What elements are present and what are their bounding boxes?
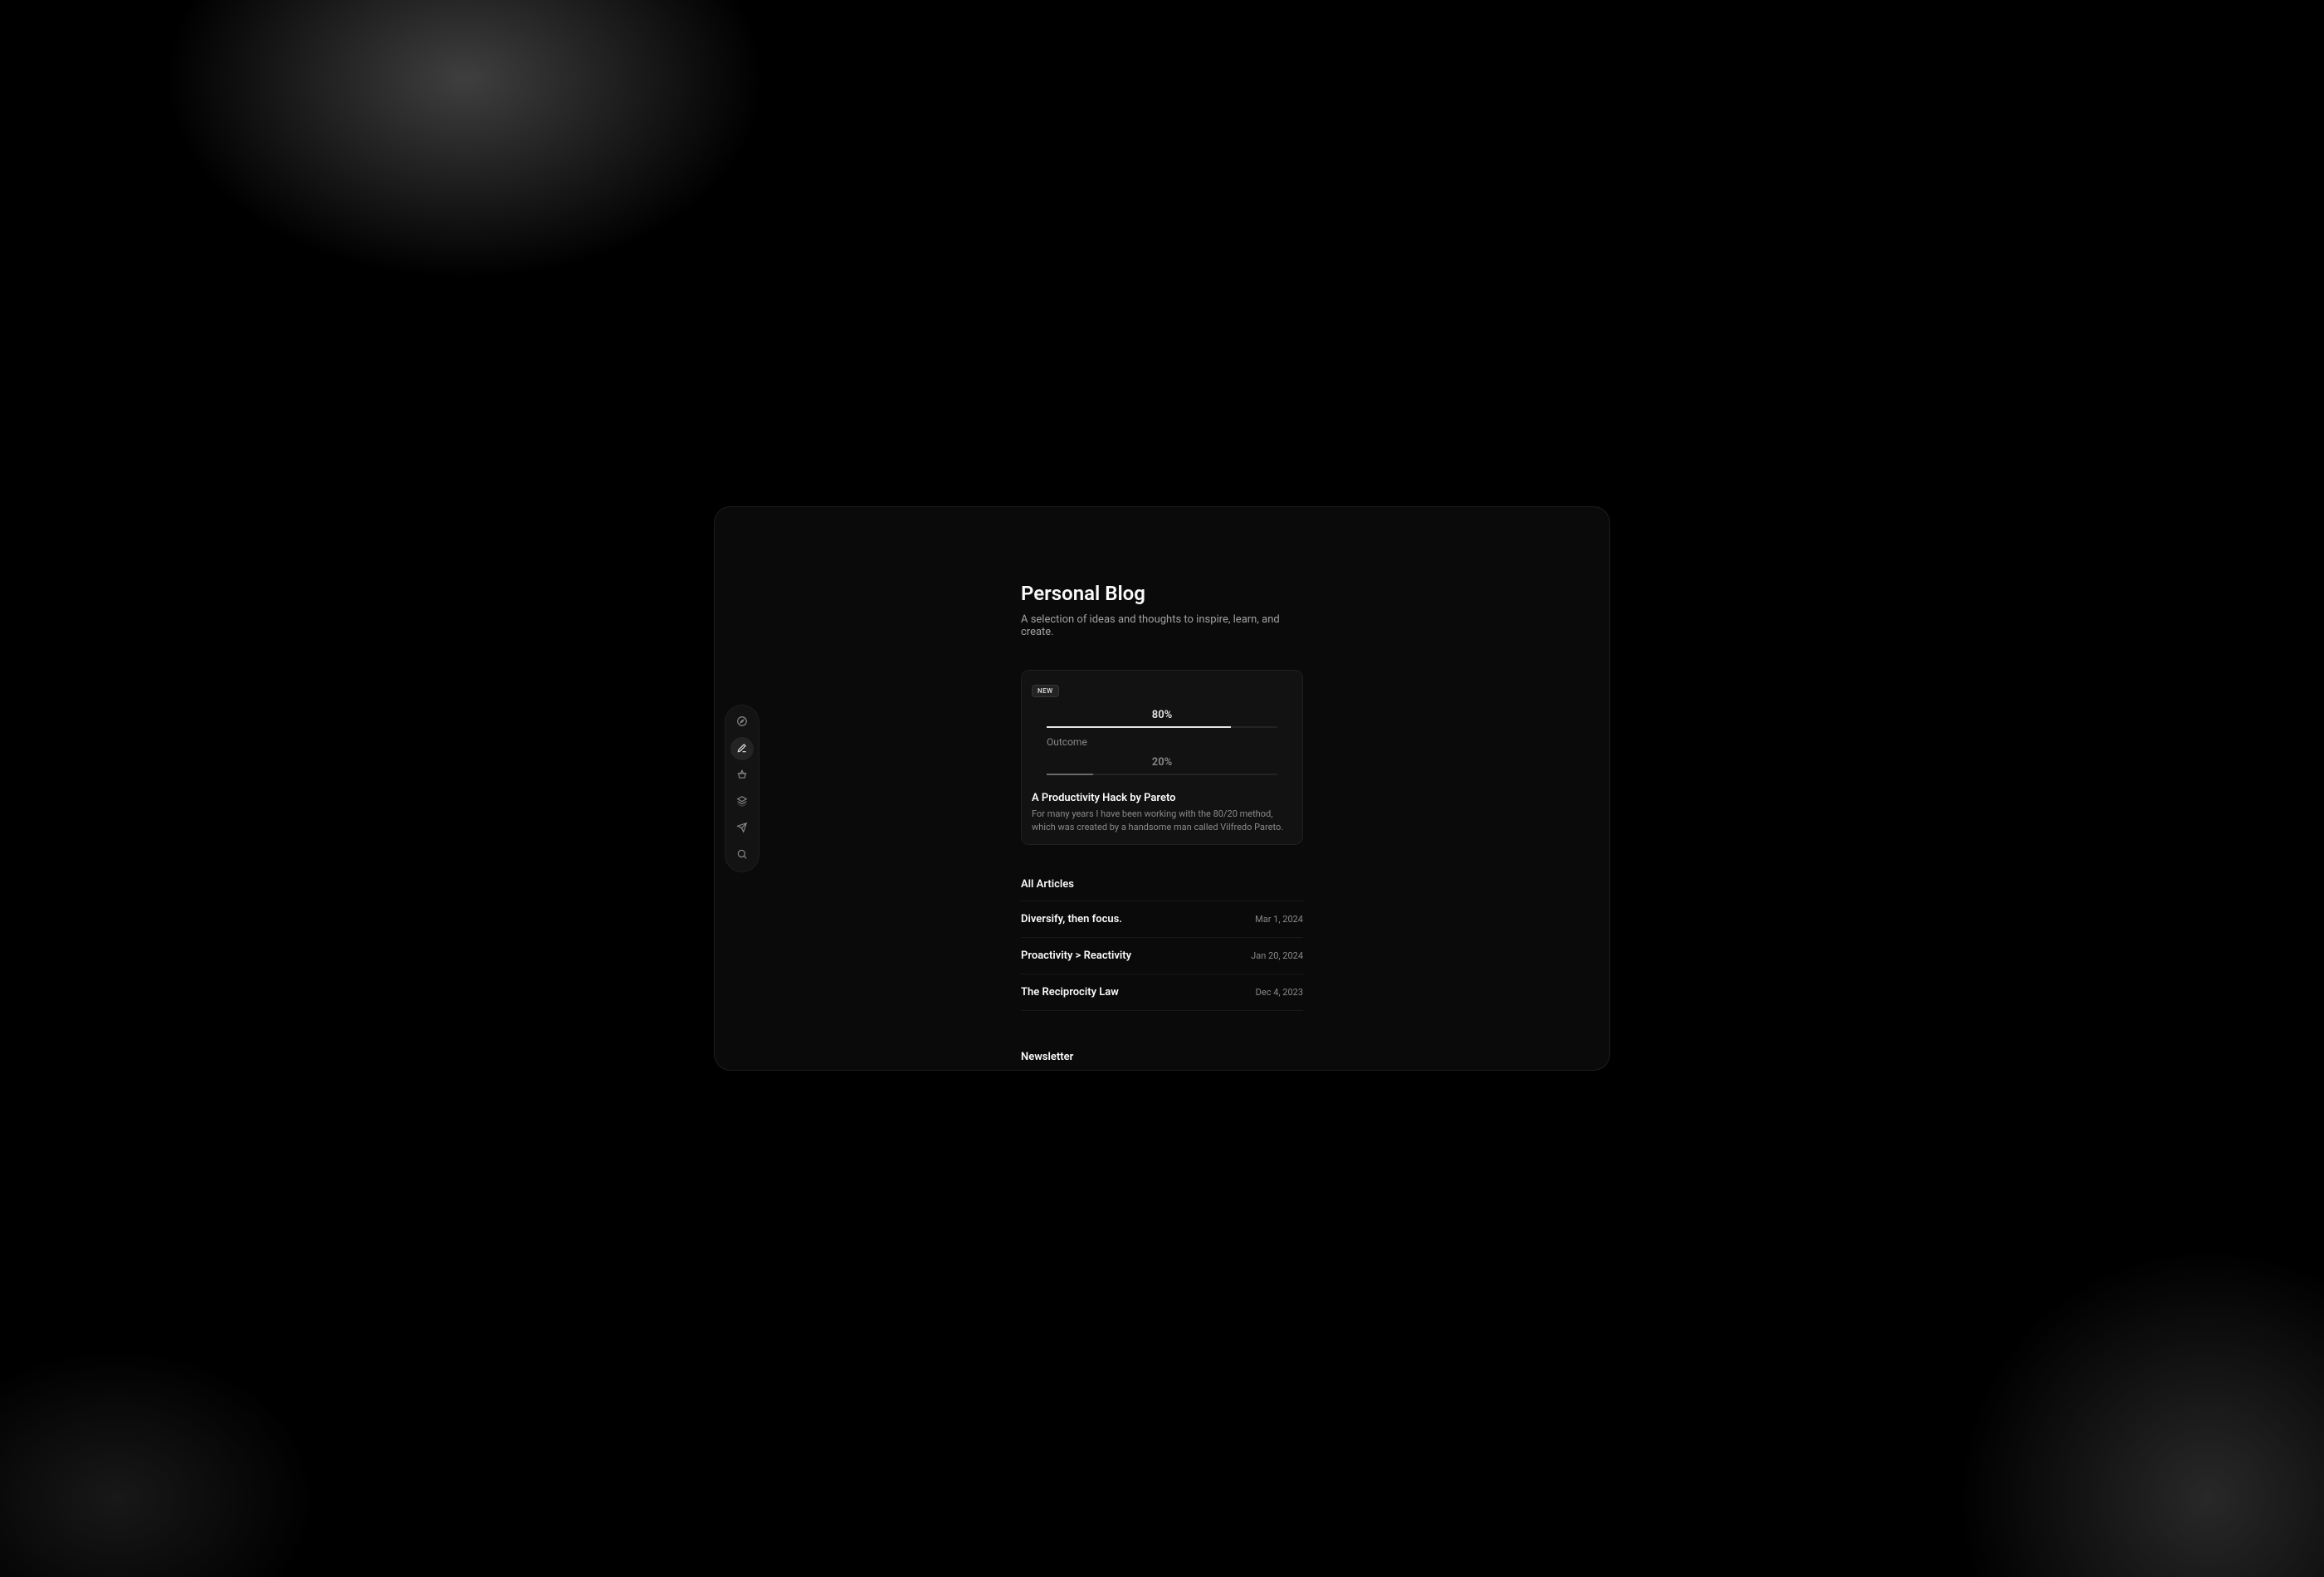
article-list: Diversify, then focus. Mar 1, 2024 Proac… — [1021, 901, 1303, 1011]
bar-row-80: 80% — [1047, 709, 1277, 728]
article-date: Jan 20, 2024 — [1251, 950, 1303, 961]
new-badge: NEW — [1032, 685, 1059, 697]
sidebar-item-shop[interactable] — [730, 764, 754, 787]
featured-body: For many years I have been working with … — [1032, 808, 1292, 834]
article-row[interactable]: The Reciprocity Law Dec 4, 2023 — [1021, 974, 1303, 1011]
bar-fill-80 — [1047, 726, 1231, 728]
featured-article-card[interactable]: NEW 80% Outcome 20% — [1021, 670, 1303, 845]
page-subtitle: A selection of ideas and thoughts to ins… — [1021, 613, 1303, 638]
article-title: Proactivity > Reactivity — [1021, 950, 1131, 962]
search-icon — [736, 847, 748, 863]
pareto-chart: 80% Outcome 20% — [1032, 709, 1292, 792]
article-row[interactable]: Diversify, then focus. Mar 1, 2024 — [1021, 901, 1303, 938]
sidebar-item-stack[interactable] — [730, 790, 754, 813]
sidebar-nav — [725, 705, 759, 872]
sidebar-item-send[interactable] — [730, 817, 754, 840]
article-title: Diversify, then focus. — [1021, 913, 1122, 925]
send-icon — [736, 821, 748, 837]
bar-label-20: 20% — [1047, 756, 1277, 769]
bar-fill-20 — [1047, 774, 1093, 775]
outcome-label: Outcome — [1047, 736, 1277, 748]
newsletter-heading: Newsletter — [1021, 1051, 1303, 1063]
bar-row-20: 20% — [1047, 756, 1277, 775]
sidebar-item-search[interactable] — [730, 843, 754, 867]
page-title: Personal Blog — [1021, 582, 1303, 605]
stack-icon — [736, 794, 748, 810]
pen-icon — [736, 741, 748, 757]
sidebar-item-explore[interactable] — [730, 710, 754, 734]
article-title: The Reciprocity Law — [1021, 986, 1119, 998]
featured-title: A Productivity Hack by Pareto — [1032, 792, 1292, 804]
article-date: Dec 4, 2023 — [1256, 987, 1303, 998]
article-row[interactable]: Proactivity > Reactivity Jan 20, 2024 — [1021, 938, 1303, 974]
sidebar-item-write[interactable] — [730, 737, 754, 760]
bar-label-80: 80% — [1047, 709, 1277, 721]
content-column: Personal Blog A selection of ideas and t… — [1021, 582, 1303, 1070]
compass-icon — [736, 715, 748, 730]
basket-icon — [736, 768, 748, 784]
bar-track — [1047, 774, 1277, 775]
main-scroll[interactable]: Personal Blog A selection of ideas and t… — [715, 507, 1609, 1070]
all-articles-heading: All Articles — [1021, 878, 1303, 891]
article-date: Mar 1, 2024 — [1255, 914, 1303, 925]
app-window: Personal Blog A selection of ideas and t… — [714, 506, 1610, 1071]
bar-track — [1047, 726, 1277, 728]
